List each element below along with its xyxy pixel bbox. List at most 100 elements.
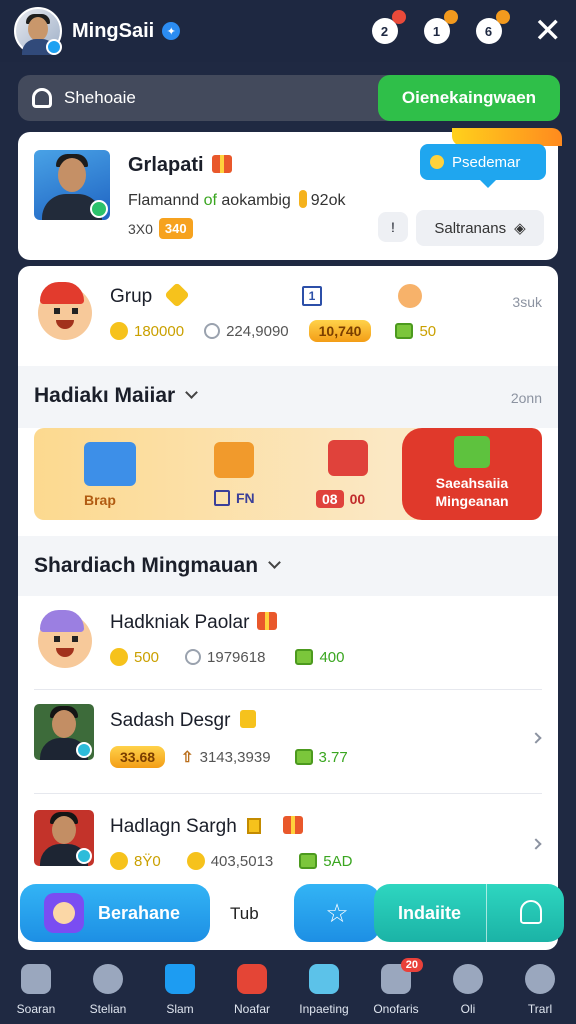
group-clock-value: 224,9090 [226,322,289,340]
tab-label[interactable]: Tub [230,904,259,924]
gift-icon [454,436,490,468]
close-icon[interactable]: ✕ [534,14,563,48]
message-icon[interactable]: 1 [423,10,458,44]
verified-icon: ✦ [162,22,181,40]
chevron-right-icon[interactable] [530,732,542,744]
nav-label: Inpaeting [299,1002,349,1016]
primary-action-button[interactable]: Berahane [20,884,210,942]
notes-icon: 20 [381,958,423,994]
banner-fn-label: FN [214,490,255,506]
item-name: Sadash Desgr [110,710,257,732]
nav-item-home[interactable]: Soaran [1,964,71,1016]
tooltip-button[interactable]: Psedemar [420,144,546,188]
nav-item-reporting[interactable]: Inpaeting [289,964,359,1016]
photo-face [52,816,76,844]
item-name-text: Sadash Desgr [110,710,231,731]
gift-box-icon [214,442,254,478]
item-name-text: Hadkniak Paolar [110,612,250,633]
gift-icon[interactable]: 6 [475,10,510,44]
secondary-button[interactable]: Saltranans ◈ [416,210,544,246]
nav-label: Soaran [16,1002,56,1016]
photo-face [52,710,76,738]
list-item[interactable]: Hadlagn Sargh 8Ÿ0 403,5013 5AD [18,794,558,894]
group-row[interactable]: Grup 1 3suk 180000 224,9090 10,740 50 [18,266,558,366]
box-icon [214,490,230,506]
bottom-navigation: Soaran Stelian Slam Noafar Inpaeting 20 O… [0,950,576,1024]
arrow-up-icon: ⇧ [181,749,194,766]
item-clock-value: 1979618 [207,648,266,666]
section-title-text: Hadiakı Maiiar [34,384,176,407]
nav-item-travel[interactable]: Trarl [505,964,575,1016]
item-name: Hadlagn Sargh [110,816,303,838]
chevron-down-icon [268,556,281,569]
subtitle-amount: 92ok [310,192,346,209]
item-coin2-value: 403,5013 [210,852,274,870]
list-item[interactable]: Hadkniak Paolar 500 1979618 400 [18,596,558,690]
shield-icon: ◈ [514,220,526,237]
house-icon [165,964,195,994]
cta-line-1: Saeahsaiia [435,475,509,491]
chevron-right-icon[interactable] [530,838,542,850]
info-icon[interactable]: ! [378,212,408,242]
member-photo [34,704,94,760]
user-icon[interactable] [520,900,542,924]
online-status-icon [46,39,62,55]
home-icon [21,964,51,994]
top-bar: MingSaii ✦ 2 1 6 ✕ [0,0,576,62]
section-header-rewards[interactable]: Hadiakı Maiiar 2onn [18,366,558,428]
user-avatar[interactable] [14,7,62,55]
group-time: 3suk [512,294,542,310]
item-chest-value: 400 [319,648,345,666]
search-bar[interactable]: Shehoaie Oienekaingwaen [18,75,560,121]
group-chest-value: 50 [419,322,437,340]
group-coins: 180000 [134,322,185,340]
cartoon-avatar [38,610,92,668]
coin-icon [298,190,307,208]
username: MingSaii [72,19,155,42]
coin-icon [110,322,128,340]
tooltip-icon [430,155,444,169]
coin-icon [110,648,128,666]
message-badge [443,10,458,24]
tooltip-label: Psedemar [452,153,521,171]
section-header-members[interactable]: Shardiach Mingmauan [18,536,558,596]
notification-icon[interactable]: 2 [371,10,406,44]
profile-photo[interactable] [34,150,110,220]
nav-item-news[interactable]: Noafar [217,964,287,1016]
favorite-button[interactable]: ☆ [294,884,380,942]
search-input[interactable]: Shehoaie [64,88,136,108]
gift-icon [282,816,303,834]
nav-label: Noafar [233,1002,271,1016]
chest-icon [395,323,414,339]
section-time: 2onn [510,390,542,406]
heart-icon [93,964,123,994]
secondary-action-button[interactable]: Indaiite [374,884,564,942]
lock-icon [32,88,52,108]
nav-label: Onofaris [373,1002,419,1016]
cartoon-eyes [54,308,78,314]
item-name-text: Hadlagn Sargh [110,816,237,837]
group-box-icon: 1 [302,286,322,306]
trophy-icon [240,710,257,728]
nav-item-notes[interactable]: 20 Onofaris [361,958,431,1016]
item-coins: 8Ÿ0 [134,852,161,870]
cartoon-mouth [56,320,74,329]
banner-cta-button[interactable]: Saeahsaiia Mingeanan [402,428,542,520]
coin-icon [186,852,205,870]
verified-check-icon [76,742,92,758]
search-action-button[interactable]: Oienekaingwaen [378,75,560,121]
emoji-icon [398,284,422,308]
cta-line-2: Mingeanan [435,493,509,509]
gift-badge [495,10,510,24]
nav-item-search[interactable]: Oli [433,964,503,1016]
nav-item-house[interactable]: Slam [145,964,215,1016]
group-name: Grup [110,286,153,307]
gift-icon [257,612,278,630]
section-title: Shardiach Mingmauan [34,554,281,578]
nav-label: Trarl [527,1002,553,1016]
verified-check-icon [90,200,108,218]
list-item[interactable]: Sadash Desgr 33.68 ⇧ 3143,3939 3.77 [18,690,558,794]
cartoon-hat [40,610,84,632]
rewards-banner[interactable]: Brap FN 08 00 Saeahsaiia Mingeanan [34,428,542,520]
nav-item-favorites[interactable]: Stelian [73,964,143,1016]
